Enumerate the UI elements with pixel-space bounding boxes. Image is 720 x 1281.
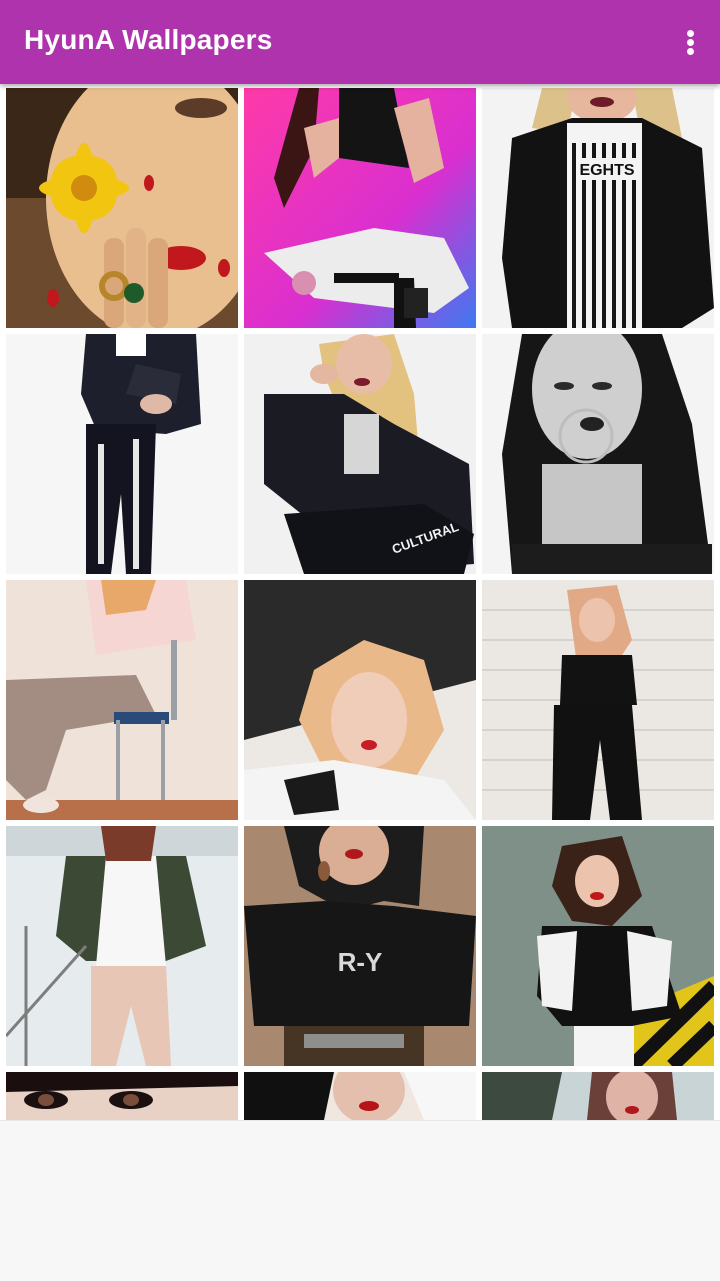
wallpaper-thumbnail[interactable] [6,580,238,820]
wallpaper-image [6,334,238,574]
wallpaper-thumbnail[interactable] [6,1072,238,1120]
wallpaper-image [6,580,238,820]
app-bar: HyunA Wallpapers [0,0,720,84]
wallpaper-image: EGHTS [482,88,714,328]
wallpaper-image [6,1072,238,1120]
wallpaper-thumbnail[interactable]: CULTURAL [244,334,476,574]
svg-text:EGHTS: EGHTS [579,162,634,179]
wallpaper-image: R-Y [244,826,476,1066]
app-title: HyunA Wallpapers [24,24,273,55]
empty-space [0,1120,720,1281]
wallpaper-thumbnail[interactable] [6,334,238,574]
wallpaper-image [482,334,714,574]
more-vert-icon[interactable] [676,22,704,62]
wallpaper-image [482,580,714,820]
wallpaper-thumbnail[interactable] [244,1072,476,1120]
wallpaper-image [244,580,476,820]
wallpaper-thumbnail[interactable] [482,826,714,1066]
wallpaper-thumbnail[interactable] [482,580,714,820]
menu-dot [687,48,694,55]
wallpaper-thumbnail[interactable]: EGHTS [482,88,714,328]
wallpaper-thumbnail[interactable] [6,88,238,328]
wallpaper-image [6,88,238,328]
wallpaper-image [244,1072,476,1120]
wallpaper-thumbnail[interactable] [482,1072,714,1120]
wallpaper-image [6,826,238,1066]
wallpaper-thumbnail[interactable] [482,334,714,574]
wallpaper-thumbnail[interactable] [244,580,476,820]
svg-text:R-Y: R-Y [338,947,383,977]
wallpaper-thumbnail[interactable]: R-Y [244,826,476,1066]
wallpaper-thumbnail[interactable] [244,88,476,328]
wallpaper-grid: EGHTS CULTURAL R-Y [0,84,720,1120]
wallpaper-image [482,826,714,1066]
menu-dot [687,39,694,46]
wallpaper-image [244,88,476,328]
menu-dot [687,30,694,37]
wallpaper-image: CULTURAL [244,334,476,574]
wallpaper-thumbnail[interactable] [6,826,238,1066]
wallpaper-image [482,1072,714,1120]
